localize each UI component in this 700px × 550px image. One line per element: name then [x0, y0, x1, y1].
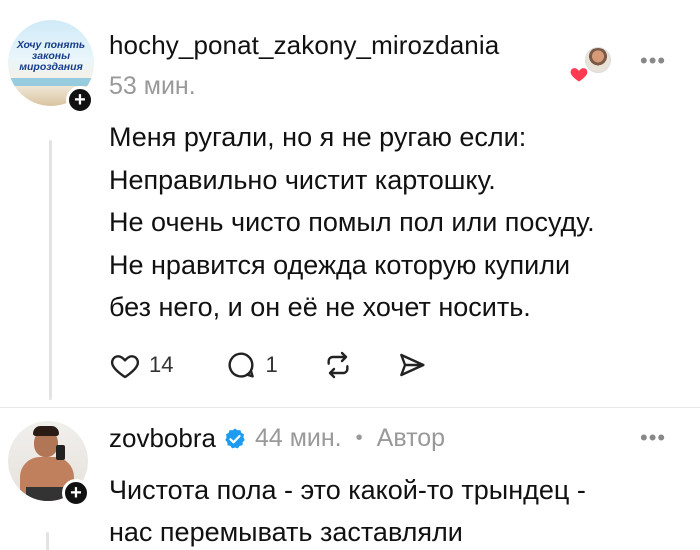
author-label: Автор — [376, 424, 446, 452]
more-horizontal-icon[interactable]: ••• — [640, 48, 666, 74]
reply-text: Чистота пола - это какой-то трындец - на… — [109, 469, 694, 550]
avatar-sea — [8, 78, 94, 86]
heart-icon — [110, 355, 140, 379]
thread-view: Хочу понять законы мироздания + hochy_po… — [0, 0, 700, 550]
verified-badge-icon — [225, 428, 245, 448]
post-text: Меня ругали, но я не ругаю если: Неправи… — [109, 116, 689, 329]
reply-header: zovbobra 44 мин. • Автор — [109, 423, 445, 454]
repost-icon — [327, 351, 349, 379]
share-button[interactable] — [396, 349, 428, 381]
post-text-line: Неправильно чистит картошку. — [109, 164, 496, 195]
timestamp: 53 мин. — [109, 72, 196, 100]
post-text-line: Не очень чисто помыл пол или посуду. — [109, 207, 595, 237]
like-button[interactable]: 14 — [109, 350, 173, 380]
like-count: 14 — [149, 352, 174, 377]
thread-line — [46, 532, 49, 550]
post-text-line: без него, и он её не хочет носить. — [109, 292, 531, 322]
reply-count: 1 — [265, 352, 278, 377]
comment-icon — [228, 352, 255, 378]
more-horizontal-icon[interactable]: ••• — [640, 425, 666, 451]
post-text-line: Не нравится одежда которую купили — [109, 249, 571, 280]
username[interactable]: zovbobra — [109, 423, 216, 454]
reply-button[interactable]: 1 — [225, 349, 278, 381]
username[interactable]: hochy_ponat_zakony_mirozdania — [109, 30, 499, 61]
avatar-caption: Хочу понять законы мироздания — [16, 39, 86, 73]
post-text-line: Меня ругали, но я не ругаю если: — [109, 122, 527, 152]
timestamp: 44 мин. — [254, 424, 342, 452]
separator-dot: • — [355, 427, 363, 449]
send-icon — [399, 353, 425, 377]
post-divider — [0, 407, 700, 408]
heart-badge-icon — [570, 68, 588, 82]
reply-text-line: нас перемывать заставляли — [109, 517, 463, 547]
reply-text-line: Чистота пола - это какой-то трындец - — [109, 475, 586, 505]
follow-plus-icon[interactable]: + — [66, 86, 94, 114]
thread-line — [49, 140, 52, 400]
avatar-figure-hair — [33, 426, 59, 436]
follow-plus-icon[interactable]: + — [62, 479, 90, 507]
avatar-phone — [56, 445, 65, 460]
repost-button[interactable] — [322, 349, 354, 381]
action-bar: 14 1 — [109, 346, 428, 384]
